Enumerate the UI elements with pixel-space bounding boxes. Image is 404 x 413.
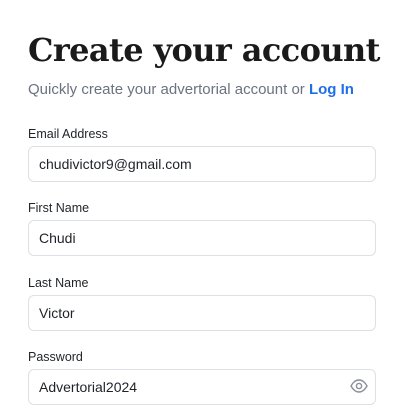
- login-link[interactable]: Log In: [309, 81, 354, 98]
- eye-icon[interactable]: [348, 377, 370, 395]
- first-name-label: First Name: [28, 201, 90, 215]
- email-field[interactable]: [28, 146, 376, 182]
- last-name-field[interactable]: [28, 295, 376, 331]
- first-name-field[interactable]: [28, 220, 376, 256]
- last-name-label: Last Name: [28, 276, 89, 290]
- email-label: Email Address: [28, 127, 108, 141]
- page-subtitle: Quickly create your advertorial account …: [28, 80, 354, 100]
- password-label: Password: [28, 350, 83, 364]
- page-title: Create your account: [28, 31, 380, 69]
- eye-icon-graphic: [350, 379, 368, 393]
- subtitle-text: Quickly create your advertorial account …: [28, 81, 309, 98]
- password-field[interactable]: [28, 369, 376, 405]
